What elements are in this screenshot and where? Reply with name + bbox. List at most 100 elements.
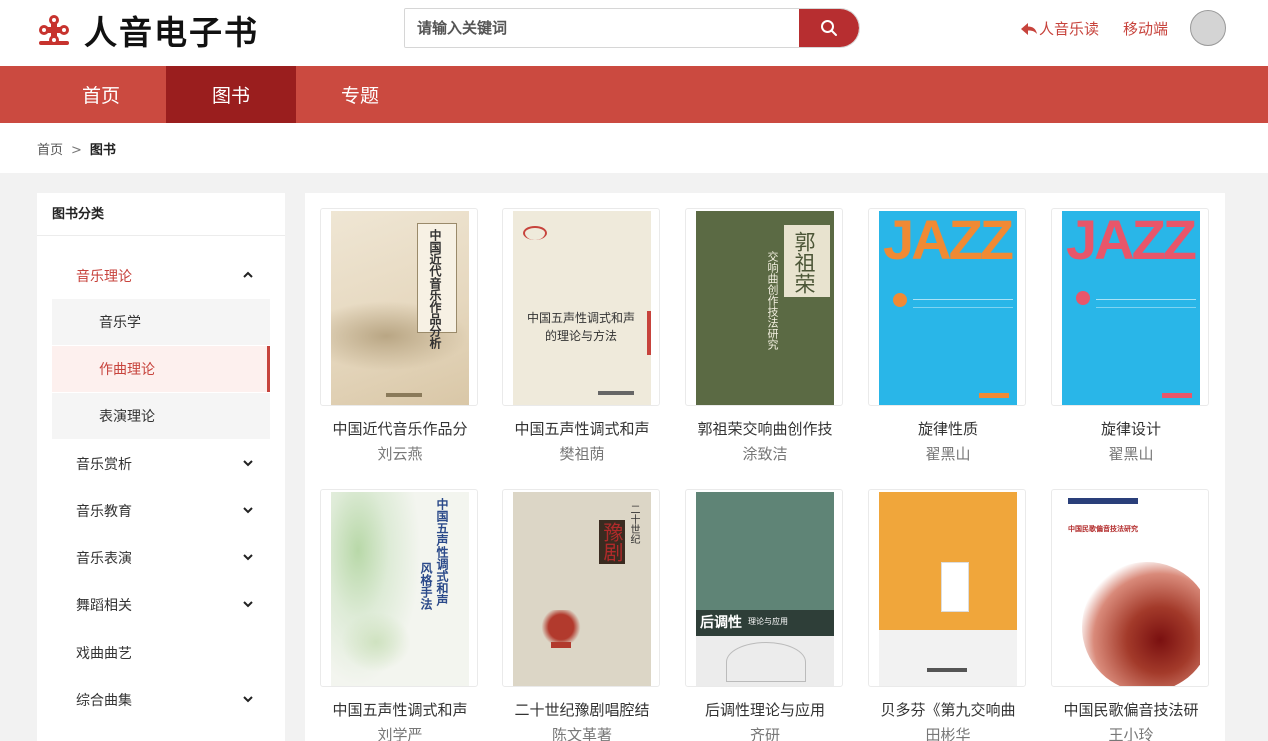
book-card[interactable]: JAZZ 旋律设计 翟黑山 [1051,208,1211,464]
book-cover-frame: 中国近代音乐作品分析 [320,208,478,406]
chevron-up-icon [243,271,253,278]
nav-home[interactable]: 首页 [36,66,166,123]
main-nav: 首页 图书 专题 [0,66,1268,123]
book-cover: 后调性 理论与应用 [696,492,834,686]
mobile-link[interactable]: 移动端 [1123,18,1168,39]
breadcrumb: 首页 > 图书 [37,139,116,158]
breadcrumb-home[interactable]: 首页 [37,143,63,158]
book-title: 中国五声性调式和声 [332,701,468,719]
category-label: 综合曲集 [76,693,132,709]
chevron-down-icon [243,507,253,514]
search-button[interactable] [799,9,859,47]
book-title: 贝多芬《第九交响曲 [880,701,1016,719]
site-logo[interactable]: 人音电子书 [36,8,259,52]
music-read-link[interactable]: 人音乐读 [1021,18,1099,39]
subcategory-composition-theory[interactable]: 作曲理论 [52,346,270,392]
book-author: 王小玲 [1108,726,1154,741]
breadcrumb-current: 图书 [89,143,116,158]
book-title: 郭祖荣交响曲创作技 [697,420,833,438]
book-cover-frame: JAZZ [868,208,1026,406]
chevron-down-icon [243,696,253,703]
cover-title: 中国五声性调式和声 的理论与方法 [526,311,635,343]
book-card[interactable]: 后调性 理论与应用 后调性理论与应用 齐研 [685,489,845,741]
book-author: 陈文革著 [551,726,612,741]
book-cover-frame: 中国五声性调式和声 的理论与方法 [502,208,660,406]
subcategory-performance-theory[interactable]: 表演理论 [52,393,270,439]
cover-title: 中国民歌偏音技法研究 [1068,525,1138,533]
book-cover: JAZZ [879,211,1017,405]
book-title: 旋律设计 [1100,420,1161,438]
cover-top-text: 二十世纪 [628,504,639,544]
category-label: 音乐教育 [76,504,132,520]
search-icon [821,20,837,36]
book-author: 刘学严 [377,726,423,741]
book-card[interactable]: 郭祖荣 交响曲创作技法研究 郭祖荣交响曲创作技 涂致洁 [685,208,845,464]
category-label: 舞蹈相关 [76,598,132,614]
category-label: 音乐赏析 [76,457,132,473]
book-card[interactable]: 中国五声性调式和声 的理论与方法 中国五声性调式和声 樊祖荫 [502,208,662,464]
cover-jazz-text: JAZZ [1066,211,1197,271]
book-cover: 中国民歌偏音技法研究 [1062,492,1200,686]
back-arrow-icon [1021,22,1037,35]
book-cover-frame: 郭祖荣 交响曲创作技法研究 [685,208,843,406]
category-sidebar: 图书分类 音乐理论 音乐学 作曲理论 表演理论 音乐赏析 音乐教育 音乐表演 舞… [37,193,285,741]
cover-title: 中国近代音乐作品分析 [428,229,442,349]
search-input[interactable] [405,9,801,47]
category-opera-folk-art[interactable]: 戏曲曲艺 [37,630,285,676]
book-grid: 中国近代音乐作品分析 中国近代音乐作品分 刘云燕 中国五声性调式和声 的理论与方法… [305,193,1225,741]
book-title: 后调性理论与应用 [704,701,825,719]
music-read-label: 人音乐读 [1039,20,1100,38]
category-music-performance[interactable]: 音乐表演 [37,535,285,581]
cover-jazz-text: JAZZ [883,211,1014,271]
category-music-collections[interactable]: 综合曲集 [37,677,285,723]
book-cover-frame: 中国民歌偏音技法研究 [1051,489,1209,687]
book-cover-frame: 中国五声性调式和声 风格手法 [320,489,478,687]
cover-title: 郭祖荣 [792,231,816,294]
category-music-education[interactable]: 音乐教育 [37,488,285,534]
category-music-appreciation[interactable]: 音乐赏析 [37,441,285,487]
nav-topics[interactable]: 专题 [295,66,425,123]
cover-title: 豫剧 [599,520,625,564]
cover-subtitle: 风格手法 [419,562,433,610]
seal-logo-icon [39,15,69,45]
cover-subtitle: 交响曲创作技法研究 [766,251,779,350]
book-card[interactable]: 中国近代音乐作品分析 中国近代音乐作品分 刘云燕 [320,208,480,464]
sidebar-title: 图书分类 [37,193,285,236]
book-card[interactable]: 贝多芬《第九交响曲 田彬华 [868,489,1028,741]
book-cover: 中国五声性调式和声 风格手法 [331,492,469,686]
book-card[interactable]: 二十世纪 豫剧 二十世纪豫剧唱腔结 陈文革著 [502,489,662,741]
book-author: 翟黑山 [1108,445,1154,463]
book-cover: 郭祖荣 交响曲创作技法研究 [696,211,834,405]
book-cover: 中国五声性调式和声 的理论与方法 [513,211,651,405]
nav-books[interactable]: 图书 [166,66,296,123]
book-title: 中国近代音乐作品分 [332,420,468,438]
book-card[interactable]: 中国民歌偏音技法研究 中国民歌偏音技法研 王小玲 [1051,489,1211,741]
cover-title: 中国五声性调式和声 [435,498,449,606]
book-author: 涂致洁 [742,445,788,463]
book-cover: JAZZ [1062,211,1200,405]
book-author: 刘云燕 [377,445,423,463]
book-cover-frame: 后调性 理论与应用 [685,489,843,687]
book-cover-frame: 二十世纪 豫剧 [502,489,660,687]
book-cover-frame: JAZZ [1051,208,1209,406]
breadcrumb-bar: 首页 > 图书 [0,123,1268,173]
cover-title: 后调性 [700,615,742,631]
subcategory-musicology[interactable]: 音乐学 [52,299,270,345]
book-title: 二十世纪豫剧唱腔结 [514,701,650,719]
book-cover: 中国近代音乐作品分析 [331,211,469,405]
book-cover: 二十世纪 豫剧 [513,492,651,686]
search-box [404,8,860,48]
chevron-down-icon [243,460,253,467]
book-title: 中国五声性调式和声 [514,420,650,438]
chevron-down-icon [243,601,253,608]
book-author: 翟黑山 [925,445,971,463]
category-music-theory[interactable]: 音乐理论 [37,253,285,299]
category-dance[interactable]: 舞蹈相关 [37,582,285,628]
book-cover [879,492,1017,686]
user-avatar[interactable] [1190,10,1226,46]
category-label: 音乐表演 [76,551,132,567]
chevron-down-icon [243,554,253,561]
top-header: 人音电子书 人音乐读 移动端 [0,0,1268,66]
book-card[interactable]: JAZZ 旋律性质 翟黑山 [868,208,1028,464]
book-card[interactable]: 中国五声性调式和声 风格手法 中国五声性调式和声 刘学严 [320,489,480,741]
